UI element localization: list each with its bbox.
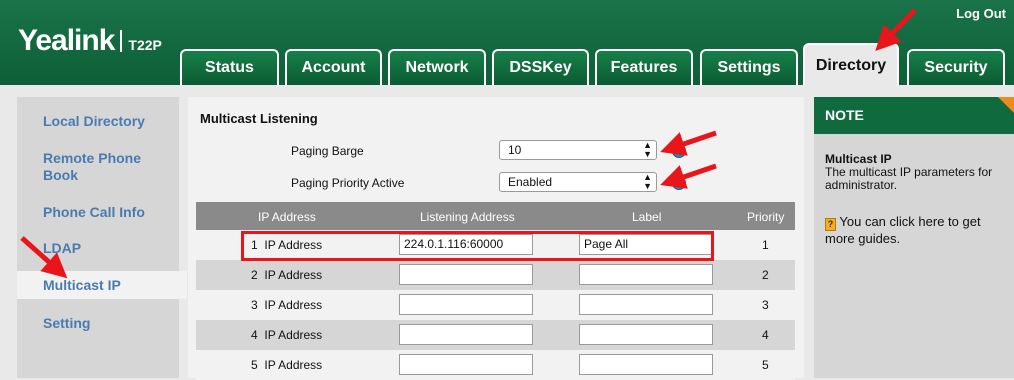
sidebar-item-setting[interactable]: Setting bbox=[43, 315, 173, 332]
tab-dsskey[interactable]: DSSKey bbox=[492, 49, 589, 85]
row-name: 3 IP Address bbox=[251, 298, 323, 312]
table-header: IP Address Listening Address Label Prior… bbox=[196, 202, 795, 230]
priority-value: 4 bbox=[762, 328, 769, 342]
tab-security[interactable]: Security bbox=[907, 49, 1005, 85]
row-name: 2 IP Address bbox=[251, 268, 323, 282]
section-title: Multicast Listening bbox=[200, 111, 318, 126]
note-title: Multicast IP bbox=[825, 152, 892, 166]
sidebar-item-multicast-ip[interactable]: Multicast IP bbox=[17, 271, 187, 299]
priority-value: 1 bbox=[762, 238, 769, 252]
priority-value: 5 bbox=[762, 358, 769, 372]
tab-network[interactable]: Network bbox=[388, 49, 486, 85]
logout-link[interactable]: Log Out bbox=[956, 6, 1006, 21]
note-description: The multicast IP parameters for administ… bbox=[825, 165, 993, 192]
logo-model: T22P bbox=[128, 37, 162, 53]
col-label: Label bbox=[632, 210, 662, 224]
label-input[interactable] bbox=[579, 324, 713, 345]
row-name: 1 IP Address bbox=[251, 238, 323, 252]
main-panel: Multicast Listening Paging Barge 10 ▲ ▼ P… bbox=[188, 97, 804, 380]
logo-separator bbox=[120, 30, 123, 52]
row-name: 4 IP Address bbox=[251, 328, 323, 342]
paging-priority-select[interactable]: Enabled ▲ ▼ bbox=[499, 172, 657, 192]
tab-features[interactable]: Features bbox=[595, 49, 693, 85]
select-arrows-icon: ▲ ▼ bbox=[643, 140, 652, 159]
tab-settings[interactable]: Settings bbox=[700, 49, 798, 85]
listening-address-input[interactable]: 224.0.1.116:60000 bbox=[399, 234, 533, 255]
note-corner-fold bbox=[998, 97, 1014, 113]
tab-status[interactable]: Status bbox=[180, 49, 279, 85]
table-row: 4 IP Address 4 bbox=[196, 320, 795, 350]
sidebar-item-local-directory[interactable]: Local Directory bbox=[43, 113, 173, 130]
note-panel: NOTE Multicast IP The multicast IP param… bbox=[814, 97, 1014, 378]
sidebar-item-phone-call-info[interactable]: Phone Call Info bbox=[43, 204, 173, 221]
priority-value: 2 bbox=[762, 268, 769, 282]
table-row: 2 IP Address 2 bbox=[196, 260, 795, 290]
priority-value: 3 bbox=[762, 298, 769, 312]
label-input[interactable] bbox=[579, 294, 713, 315]
guide-link[interactable]: ? You can click here to get more guides. bbox=[825, 214, 1010, 247]
listening-address-input[interactable] bbox=[399, 324, 533, 345]
paging-barge-select[interactable]: 10 ▲ ▼ bbox=[499, 140, 657, 160]
select-arrows-icon: ▲ ▼ bbox=[643, 172, 652, 191]
sidebar-item-ldap[interactable]: LDAP bbox=[43, 240, 173, 257]
col-ip-address: IP Address bbox=[258, 210, 316, 224]
sidebar-item-remote-phone-book[interactable]: Remote Phone Book bbox=[43, 150, 173, 184]
paging-barge-value: 10 bbox=[508, 143, 522, 157]
row-name: 5 IP Address bbox=[251, 358, 323, 372]
yealink-logo: Yealink T22P bbox=[18, 24, 162, 58]
paging-priority-value: Enabled bbox=[508, 175, 553, 189]
table-row: 3 IP Address 3 bbox=[196, 290, 795, 320]
label-input[interactable]: Page All bbox=[579, 234, 713, 255]
sidebar: Local Directory Remote Phone Book Phone … bbox=[17, 97, 179, 378]
sidebar-item-label: Multicast IP bbox=[43, 277, 121, 293]
col-listening-address: Listening Address bbox=[420, 210, 515, 224]
header-bar: Yealink T22P Log Out Status Account Netwo… bbox=[0, 0, 1014, 85]
guide-text: You can click here to get more guides. bbox=[825, 214, 981, 246]
col-priority: Priority bbox=[747, 210, 785, 224]
help-icon[interactable] bbox=[672, 176, 686, 190]
help-icon[interactable] bbox=[672, 144, 686, 158]
label-input[interactable] bbox=[579, 354, 713, 375]
listening-address-input[interactable] bbox=[399, 294, 533, 315]
listening-address-input[interactable] bbox=[399, 264, 533, 285]
tab-directory[interactable]: Directory bbox=[803, 43, 899, 85]
label-input[interactable] bbox=[579, 264, 713, 285]
table-row: 5 IP Address 5 bbox=[196, 350, 795, 380]
table-row: 1 IP Address 224.0.1.116:60000 Page All … bbox=[196, 230, 795, 260]
note-heading: NOTE bbox=[814, 97, 1014, 134]
paging-priority-label: Paging Priority Active bbox=[291, 176, 405, 190]
logo-brand: Yealink bbox=[18, 24, 115, 57]
tab-account[interactable]: Account bbox=[285, 49, 382, 85]
paging-barge-label: Paging Barge bbox=[291, 144, 364, 158]
help-book-icon: ? bbox=[825, 218, 836, 231]
listening-address-input[interactable] bbox=[399, 354, 533, 375]
